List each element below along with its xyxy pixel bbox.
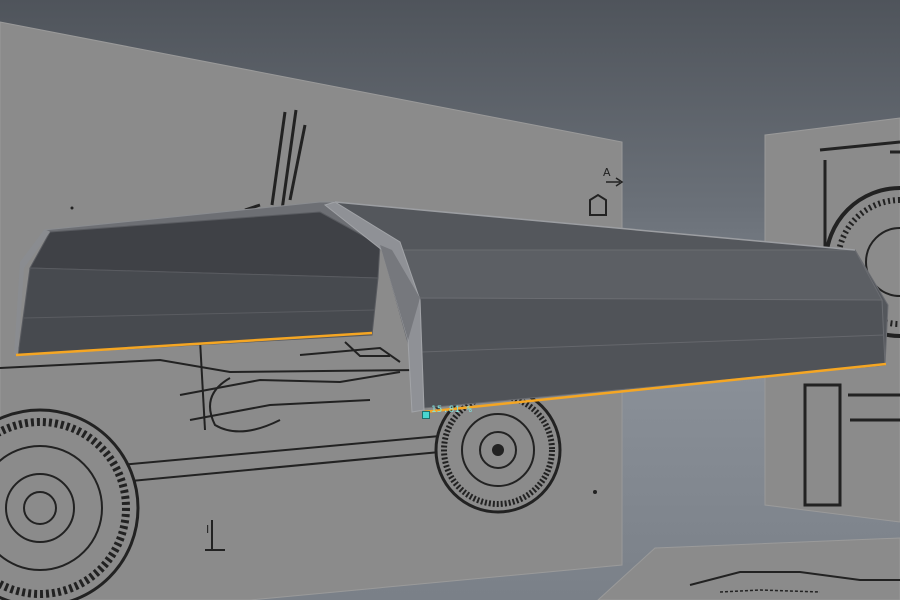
section-marker-a: A [603,166,611,179]
viewport-scene: A I [0,21,900,600]
bottom-label: I [206,523,209,536]
scale-manipulator-handle[interactable] [422,411,430,419]
bottom-blueprint-plane[interactable] [597,537,900,600]
3d-viewport[interactable]: A I 15.81 % [0,0,900,600]
scale-readout: 15.81 % [431,405,473,415]
